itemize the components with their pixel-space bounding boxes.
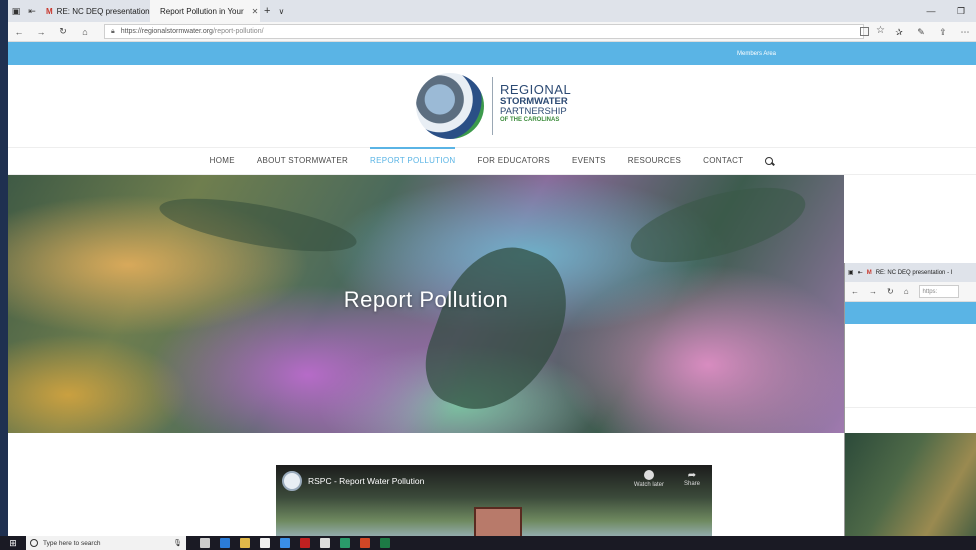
more-icon[interactable]: ⋯ <box>954 27 976 38</box>
logo-line-1: REGIONAL <box>500 82 572 97</box>
members-area-link[interactable]: Members Area <box>737 51 776 57</box>
clock-icon <box>643 470 654 480</box>
tab-email[interactable]: M RE: NC DEQ presentation - I <box>40 0 150 22</box>
second-url-input[interactable]: https: <box>918 285 959 298</box>
dropbox-icon[interactable] <box>280 538 290 548</box>
share-arrow-icon: ➦ <box>687 470 697 481</box>
nav-resources[interactable]: RESOURCES <box>628 147 681 175</box>
favorites-icon[interactable]: ✰ <box>888 27 910 38</box>
search-icon[interactable] <box>765 156 774 166</box>
mail-app-icon[interactable] <box>320 538 330 548</box>
window-controls: — ❐ <box>916 0 976 22</box>
nav-home[interactable]: HOME <box>210 147 235 175</box>
back-icon[interactable]: ← <box>8 27 30 37</box>
nav-events[interactable]: EVENTS <box>572 147 606 175</box>
tab-actions-icon[interactable]: ▣ <box>848 269 854 276</box>
tab-report-pollution[interactable]: Report Pollution in Your ✕ <box>150 0 260 22</box>
set-aside-tabs-icon[interactable]: ⇤ <box>858 269 863 276</box>
new-tab-icon[interactable]: + <box>264 5 270 17</box>
video-title[interactable]: RSPC - Report Water Pollution <box>308 476 424 486</box>
home-icon[interactable]: ⌂ <box>74 27 96 37</box>
windows-start-icon[interactable]: ⊞ <box>0 538 26 549</box>
minimize-icon[interactable]: — <box>916 0 946 22</box>
restore-icon[interactable]: ❐ <box>946 0 976 22</box>
reading-view-icon[interactable] <box>860 27 869 36</box>
channel-avatar[interactable] <box>282 471 302 491</box>
hero-swirl <box>412 229 584 431</box>
mail-icon: M <box>866 269 872 276</box>
cortana-icon <box>30 539 38 547</box>
refresh-icon[interactable]: ↻ <box>887 287 894 296</box>
refresh-icon[interactable]: ↻ <box>52 26 74 37</box>
second-nav-divider <box>845 407 976 408</box>
hero-swirl <box>156 187 360 263</box>
mail-icon: M <box>46 6 53 16</box>
tab-label: Report Pollution in Your <box>160 6 244 16</box>
second-hero-banner <box>845 433 976 550</box>
address-bar-row: ← → ↻ ⌂ 🔒︎ https://regionalstormwater.or… <box>8 22 976 42</box>
nav-for-educators[interactable]: FOR EDUCATORS <box>477 147 550 175</box>
chevron-down-icon[interactable]: ∨ <box>278 7 284 16</box>
watch-later-label: Watch later <box>633 482 664 488</box>
taskbar: ⊞ Type here to search 🎙︎ <box>0 536 976 550</box>
browser-window: ▣ ⇤ M RE: NC DEQ presentation - I Report… <box>8 0 976 536</box>
video-thumbnail-sign <box>474 507 522 536</box>
taskbar-search-placeholder: Type here to search <box>43 539 101 547</box>
taskbar-search[interactable]: Type here to search 🎙︎ <box>26 536 186 550</box>
second-site-topbar <box>845 302 976 324</box>
excel-icon[interactable] <box>380 538 390 548</box>
store-icon[interactable] <box>260 538 270 548</box>
logo-area: REGIONAL STORMWATER PARTNERSHIP OF THE C… <box>8 65 976 147</box>
main-nav: HOME ABOUT STORMWATER REPORT POLLUTION F… <box>8 147 976 175</box>
pen-icon[interactable]: ✎ <box>910 27 932 38</box>
close-icon[interactable]: ✕ <box>252 7 259 16</box>
second-browser-window[interactable]: ▣ ⇤ M RE: NC DEQ presentation - I ← → ↻ … <box>844 263 976 550</box>
microphone-icon[interactable]: 🎙︎ <box>173 539 182 547</box>
nav-about-stormwater[interactable]: ABOUT STORMWATER <box>257 147 348 175</box>
share-icon[interactable]: ⇪ <box>932 27 954 38</box>
favorite-star-icon[interactable]: ☆ <box>876 25 885 36</box>
home-icon[interactable]: ⌂ <box>904 287 909 296</box>
tab-label: RE: NC DEQ presentation - I <box>56 6 150 16</box>
site-topbar: Members Area <box>8 42 976 65</box>
forward-icon[interactable]: → <box>869 287 877 296</box>
share-button[interactable]: ➦ Share <box>684 470 700 487</box>
task-view-icon[interactable] <box>200 538 210 548</box>
project-icon[interactable] <box>340 538 350 548</box>
page-title: Report Pollution <box>343 287 509 312</box>
logo-text[interactable]: REGIONAL STORMWATER PARTNERSHIP OF THE C… <box>500 83 571 123</box>
tab-strip: ▣ ⇤ M RE: NC DEQ presentation - I Report… <box>8 0 976 22</box>
video-embed[interactable]: RSPC - Report Water Pollution Watch late… <box>276 465 712 536</box>
url-path: /report-pollution/ <box>212 28 264 35</box>
hero-swirl <box>623 175 813 278</box>
second-tab-label[interactable]: RE: NC DEQ presentation - I <box>876 270 953 276</box>
powerpoint-icon[interactable] <box>360 538 370 548</box>
watch-later-button[interactable]: Watch later <box>634 470 664 488</box>
second-tab-strip: ▣ ⇤ M RE: NC DEQ presentation - I <box>845 263 976 282</box>
nav-report-pollution[interactable]: REPORT POLLUTION <box>370 147 456 175</box>
logo-emblem[interactable] <box>416 73 484 139</box>
logo-line-4: OF THE CAROLINAS <box>500 116 560 123</box>
hero-banner: Report Pollution <box>8 175 844 433</box>
back-icon[interactable]: ← <box>851 287 859 296</box>
nav-contact[interactable]: CONTACT <box>703 147 743 175</box>
file-explorer-icon[interactable] <box>240 538 250 548</box>
browser-actions: ✰ ✎ ⇪ ⋯ <box>888 22 976 42</box>
url-input[interactable]: 🔒︎ https://regionalstormwater.org /repor… <box>104 24 864 39</box>
second-address-bar: ← → ↻ ⌂ https: <box>845 282 976 302</box>
taskbar-apps <box>200 538 390 548</box>
forward-icon[interactable]: → <box>30 27 52 37</box>
app-red-icon[interactable] <box>300 538 310 548</box>
url-domain: https://regionalstormwater.org <box>120 28 213 35</box>
lock-icon: 🔒︎ <box>111 27 115 35</box>
share-label: Share <box>683 481 700 487</box>
logo-divider <box>492 77 493 135</box>
set-aside-tabs-icon[interactable]: ⇤ <box>24 6 40 17</box>
edge-icon[interactable] <box>220 538 230 548</box>
tab-actions-icon[interactable]: ▣ <box>8 6 24 17</box>
logo-line-3: PARTNERSHIP <box>500 105 567 117</box>
